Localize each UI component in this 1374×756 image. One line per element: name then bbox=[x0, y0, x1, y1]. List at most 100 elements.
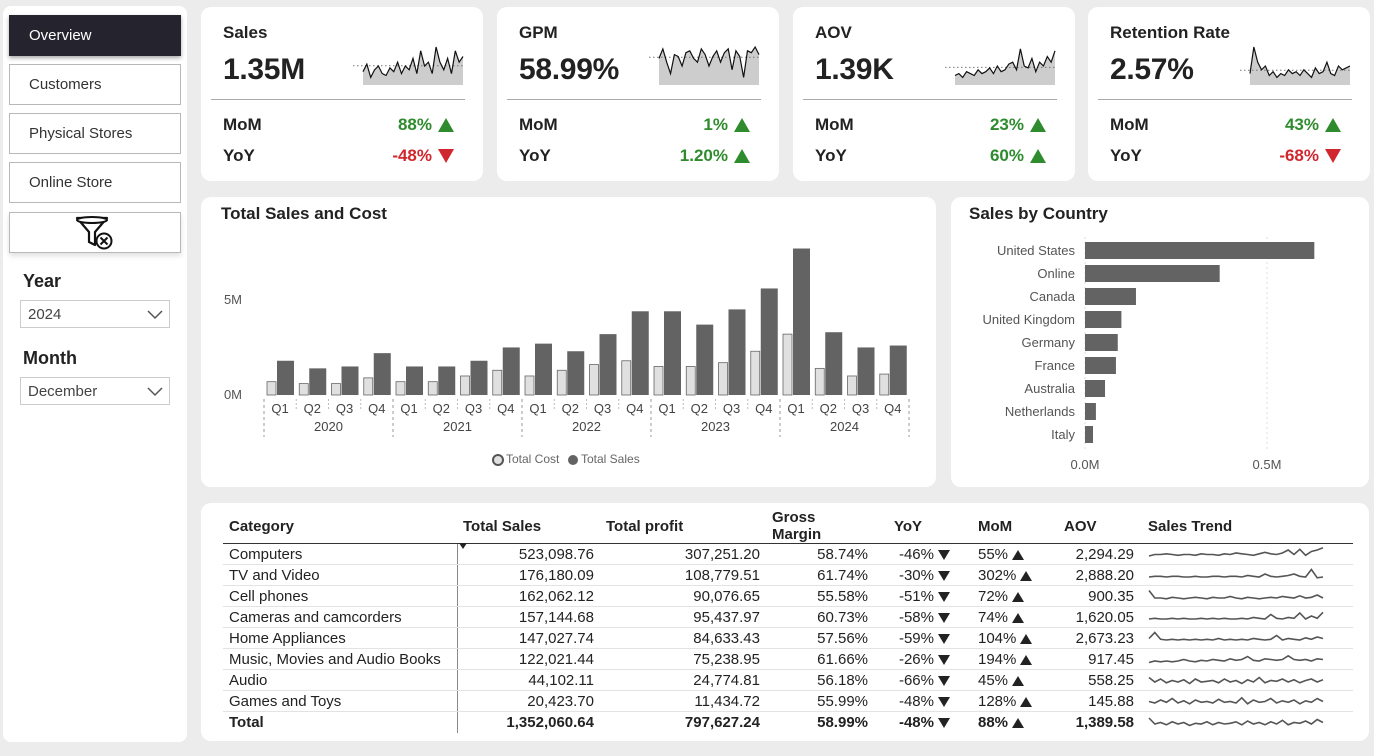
header-mom[interactable]: MoM bbox=[972, 509, 1058, 544]
y-tick-label: 5M bbox=[224, 292, 242, 307]
cell-mom: 88% bbox=[972, 712, 1058, 733]
cell-category: Games and Toys bbox=[223, 690, 458, 712]
cell-total-profit: 108,779.51 bbox=[600, 564, 766, 586]
cell-mom-text: 128% bbox=[978, 692, 1017, 710]
cell-mom-text: 74% bbox=[978, 608, 1009, 626]
triangle-down-icon bbox=[1325, 149, 1341, 163]
bar-total-sales bbox=[309, 368, 327, 395]
sales-cost-chart: 0M 5M Q1 Q2 Q3 Q4 Q1 Q2 Q3 Q4 Q1 Q2 Q3 Q4 Q1 Q2 Q3 Q4 Q1 Q2… bbox=[224, 248, 910, 466]
y-tick-country: United States bbox=[997, 243, 1076, 258]
nav-online-store-button[interactable]: Online Store bbox=[9, 162, 181, 203]
header-total-sales[interactable]: Total Sales bbox=[457, 509, 600, 549]
triangle-down-icon bbox=[938, 654, 950, 665]
cell-total-profit: 90,076.65 bbox=[600, 585, 766, 607]
kpi-yoy-value: 1.20% bbox=[680, 146, 750, 166]
cell-sales-trend bbox=[1142, 564, 1353, 586]
cell-mom-text: 88% bbox=[978, 713, 1009, 731]
kpi-divider bbox=[1098, 99, 1352, 100]
cell-category: Computers bbox=[223, 543, 458, 565]
triangle-up-icon bbox=[1030, 118, 1046, 132]
bar-total-sales bbox=[277, 360, 294, 395]
kpi-mom-label: MoM bbox=[815, 115, 854, 134]
header-gross-margin[interactable]: Gross Margin bbox=[766, 509, 874, 544]
header-yoy[interactable]: YoY bbox=[874, 509, 972, 544]
table-row[interactable]: Cell phones 162,062.12 90,076.65 55.58% … bbox=[223, 585, 1353, 607]
bar-total-sales bbox=[696, 324, 714, 395]
country-chart: United States Online Canada United Kingdom G… bbox=[983, 237, 1315, 472]
bar-total-cost bbox=[589, 364, 599, 396]
nav-customers-button[interactable]: Customers bbox=[9, 64, 181, 105]
x-tick-quarter: Q3 bbox=[594, 401, 611, 416]
triangle-down-icon bbox=[938, 570, 950, 581]
cell-yoy-text: -66% bbox=[898, 671, 934, 689]
kpi-title: AOV bbox=[815, 23, 852, 42]
chevron-down-icon bbox=[147, 387, 163, 397]
header-total-profit[interactable]: Total profit bbox=[600, 509, 766, 544]
table-row[interactable]: Games and Toys 20,423.70 11,434.72 55.99… bbox=[223, 690, 1353, 712]
table-row[interactable]: Computers 523,098.76 307,251.20 58.74% -… bbox=[223, 543, 1353, 565]
table-row[interactable]: TV and Video 176,180.09 108,779.51 61.74… bbox=[223, 564, 1353, 586]
header-sales-trend[interactable]: Sales Trend bbox=[1142, 509, 1353, 544]
header-category[interactable]: Category bbox=[223, 509, 457, 544]
table-row[interactable]: Cameras and camcorders 157,144.68 95,437… bbox=[223, 606, 1353, 628]
trend-line bbox=[1148, 611, 1324, 620]
x-tick-quarter: Q2 bbox=[820, 401, 837, 416]
clear-filters-button[interactable] bbox=[9, 212, 181, 253]
table-row[interactable]: Audio 44,102.11 24,774.81 56.18% -66% 45… bbox=[223, 669, 1353, 691]
bar-country bbox=[1085, 426, 1094, 443]
cell-sales-trend bbox=[1142, 585, 1353, 607]
table-row[interactable]: Music, Movies and Audio Books 122,021.44… bbox=[223, 648, 1353, 670]
cell-total-sales: 157,144.68 bbox=[457, 606, 600, 628]
trend-sparkline bbox=[1148, 611, 1324, 620]
cell-aov: 2,673.23 bbox=[1058, 627, 1142, 649]
x-tick-label: 0.5M bbox=[1253, 457, 1282, 472]
kpi-yoy-text: -68% bbox=[1279, 146, 1319, 165]
nav-customers-label: Customers bbox=[29, 76, 102, 93]
header-aov[interactable]: AOV bbox=[1058, 509, 1142, 544]
legend-total-cost-label: Total Cost bbox=[506, 452, 560, 466]
bar-total-cost bbox=[427, 381, 438, 396]
bar-total-cost bbox=[879, 373, 890, 396]
category-table-card: Category Total Sales Total profit Gross … bbox=[201, 503, 1369, 741]
x-tick-quarter: Q2 bbox=[691, 401, 708, 416]
y-tick-country: Online bbox=[1037, 266, 1075, 281]
kpi-yoy-row: YoY 1.20% bbox=[519, 146, 750, 166]
cell-total-sales: 20,423.70 bbox=[457, 690, 600, 712]
kpi-value: 2.57% bbox=[1110, 53, 1194, 86]
x-tick-quarter: Q3 bbox=[723, 401, 740, 416]
x-tick-year: 2021 bbox=[443, 419, 472, 434]
cell-mom: 74% bbox=[972, 606, 1058, 628]
table-total-row[interactable]: Total 1,352,060.64 797,627.24 58.99% -48… bbox=[223, 711, 1353, 733]
nav-overview-button[interactable]: Overview bbox=[9, 15, 181, 56]
trend-line bbox=[1148, 676, 1324, 685]
bar-total-cost bbox=[847, 375, 857, 396]
cell-yoy: -30% bbox=[874, 564, 972, 586]
bar-total-cost bbox=[685, 366, 696, 396]
kpi-card-aov: AOV 1.39K MoM 23% YoY 60% bbox=[793, 7, 1075, 181]
kpi-yoy-text: 60% bbox=[989, 146, 1024, 165]
table-row[interactable]: Home Appliances 147,027.74 84,633.43 57.… bbox=[223, 627, 1353, 649]
nav-physical-stores-button[interactable]: Physical Stores bbox=[9, 113, 181, 154]
kpi-mom-value: 1% bbox=[703, 115, 750, 135]
kpi-mom-label: MoM bbox=[1110, 115, 1149, 134]
kpi-value: 1.39K bbox=[815, 53, 894, 86]
kpi-mom-text: 88% bbox=[397, 115, 432, 134]
month-dropdown[interactable]: December bbox=[20, 377, 170, 405]
cell-total-profit: 84,633.43 bbox=[600, 627, 766, 649]
cell-total-sales: 147,027.74 bbox=[457, 627, 600, 649]
cell-yoy: -46% bbox=[874, 543, 972, 565]
triangle-up-icon bbox=[1020, 633, 1033, 644]
cell-total-profit: 95,437.97 bbox=[600, 606, 766, 628]
nav-overview-label: Overview bbox=[29, 27, 92, 44]
cell-yoy-text: -59% bbox=[898, 629, 934, 647]
bar-country bbox=[1085, 265, 1220, 282]
x-tick-quarter: Q1 bbox=[400, 401, 417, 416]
cell-gross-margin: 58.74% bbox=[766, 543, 874, 565]
sort-desc-icon bbox=[459, 543, 467, 549]
x-tick-quarter: Q2 bbox=[304, 401, 321, 416]
kpi-yoy-row: YoY -48% bbox=[223, 146, 454, 166]
year-dropdown[interactable]: 2024 bbox=[20, 300, 170, 328]
cell-yoy: -58% bbox=[874, 606, 972, 628]
x-tick-quarter: Q3 bbox=[336, 401, 353, 416]
cell-gross-margin: 61.74% bbox=[766, 564, 874, 586]
